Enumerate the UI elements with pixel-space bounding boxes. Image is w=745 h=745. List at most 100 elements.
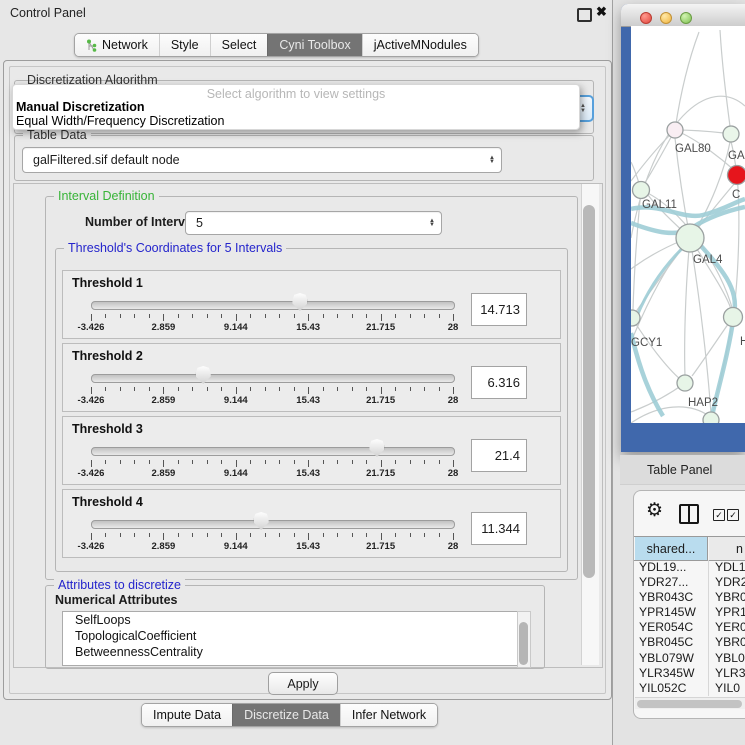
tick-mark <box>91 314 92 321</box>
cell-shared-name: YPR145W <box>639 605 696 619</box>
tick-mark <box>91 533 92 540</box>
network-node-h[interactable] <box>724 308 743 327</box>
tick-mark <box>352 387 353 391</box>
zoom-traffic-light-icon[interactable] <box>680 12 692 24</box>
node-label: H <box>740 336 745 348</box>
tab-discretize-data[interactable]: Discretize Data <box>232 704 340 726</box>
tick-mark <box>207 387 208 391</box>
threshold-value-field[interactable]: 14.713 <box>471 293 527 326</box>
threshold-slider-track[interactable] <box>91 301 455 310</box>
column-header-shared-name[interactable]: shared... <box>635 537 708 560</box>
checkbox-icon[interactable]: ✓ <box>713 509 725 521</box>
threshold-slider-track[interactable] <box>91 447 455 456</box>
minimize-traffic-light-icon[interactable] <box>660 12 672 24</box>
algorithm-option-manual[interactable]: Manual Discretization <box>16 100 145 114</box>
close-traffic-light-icon[interactable] <box>640 12 652 24</box>
numerical-attributes-list[interactable]: SelfLoopsTopologicalCoefficientBetweenne… <box>62 611 518 666</box>
table-header-row: shared... n <box>634 536 745 561</box>
tick-mark <box>178 460 179 464</box>
network-node[interactable] <box>703 412 719 423</box>
table-row[interactable]: YIL052CYIL0 <box>634 681 745 696</box>
settings-scrollbar-thumb[interactable] <box>583 205 595 578</box>
cell-shared-name: YLR345W <box>639 666 695 680</box>
table-row[interactable]: YLR345WYLR3 <box>634 666 745 681</box>
tick-mark <box>221 460 222 464</box>
threshold-slider-track[interactable] <box>91 520 455 529</box>
table-data-label: Table Data <box>23 128 91 142</box>
tick-mark <box>192 314 193 318</box>
table-hscrollbar-thumb[interactable] <box>637 700 742 708</box>
table-row[interactable]: YBL079WYBL0 <box>634 651 745 666</box>
bottom-tab-bar: Impute Data Discretize DataInfer Network <box>141 703 438 727</box>
table-data-combobox[interactable]: galFiltered.sif default node ▲▼ <box>22 147 502 173</box>
tab-jactivemnodules[interactable]: jActiveMNodules <box>362 34 478 56</box>
network-node-gal80[interactable] <box>667 122 683 138</box>
tick-mark <box>395 314 396 318</box>
attribute-item[interactable]: TopologicalCoefficient <box>63 628 517 644</box>
tick-mark <box>395 460 396 464</box>
tick-mark <box>279 533 280 537</box>
tab-label: Impute Data <box>153 708 221 722</box>
tab-cyni-toolbox[interactable]: Cyni Toolbox <box>267 34 361 56</box>
attribute-item[interactable]: BetweennessCentrality <box>63 644 517 660</box>
column-header-name[interactable]: n <box>709 537 745 560</box>
tick-mark <box>323 533 324 537</box>
tab-infer-network[interactable]: Infer Network <box>340 704 437 726</box>
attribute-item[interactable]: SelfLoops <box>63 612 517 628</box>
algorithm-option-equal-width[interactable]: Equal Width/Frequency Discretization <box>16 114 224 128</box>
threshold-value-field[interactable]: 21.4 <box>471 439 527 472</box>
table-horizontal-scrollbar[interactable] <box>635 697 745 709</box>
table-row[interactable]: YDL19...YDL1 <box>634 560 745 575</box>
tab-style[interactable]: Style <box>159 34 210 56</box>
network-node-gal11[interactable] <box>633 182 650 199</box>
tick-mark <box>366 460 367 464</box>
tick-mark <box>381 314 382 321</box>
tab-impute-data[interactable]: Impute Data <box>142 704 232 726</box>
tab-select[interactable]: Select <box>210 34 268 56</box>
checkbox-icon[interactable]: ✓ <box>727 509 739 521</box>
tick-mark <box>105 387 106 391</box>
tick-label: 21.715 <box>366 541 395 552</box>
attributes-group-label: Attributes to discretize <box>54 578 185 592</box>
network-window-titlebar[interactable] <box>621 4 745 27</box>
table-row[interactable]: YER054CYER0 <box>634 620 745 635</box>
tick-mark <box>250 314 251 318</box>
table-row[interactable]: YPR145WYPR1 <box>634 605 745 620</box>
tick-mark <box>453 387 454 394</box>
tick-mark <box>120 533 121 537</box>
threshold-slider-track[interactable] <box>91 374 455 383</box>
network-view-window[interactable]: GAL80GACGAL11GAL4GCY1HHAP2 <box>621 4 745 452</box>
threshold-value-field[interactable]: 6.316 <box>471 366 527 399</box>
tick-mark <box>149 533 150 537</box>
tick-mark <box>439 460 440 464</box>
tick-mark <box>120 314 121 318</box>
tick-mark <box>323 460 324 464</box>
tick-mark <box>410 314 411 318</box>
attributes-scrollbar-thumb[interactable] <box>519 622 528 665</box>
table-row[interactable]: YBR045CYBR0 <box>634 635 745 650</box>
close-icon[interactable]: ✖ <box>596 4 607 20</box>
tab-network[interactable]: Network <box>75 34 159 56</box>
tick-mark <box>207 314 208 318</box>
network-node-hap2[interactable] <box>677 375 693 391</box>
tick-label: 9.144 <box>224 322 248 333</box>
float-window-icon[interactable] <box>577 8 592 22</box>
network-node-ga[interactable] <box>723 126 739 142</box>
cell-name: YBR0 <box>715 635 745 649</box>
split-columns-icon[interactable] <box>679 504 699 524</box>
tick-mark <box>178 533 179 537</box>
network-node-c[interactable] <box>728 166 745 185</box>
apply-button[interactable]: Apply <box>268 672 338 695</box>
table-rows: YDL19...YDL1YDR27...YDR2YBR043CYBR0YPR14… <box>634 560 745 696</box>
table-row[interactable]: YBR043CYBR0 <box>634 590 745 605</box>
network-canvas[interactable]: GAL80GACGAL11GAL4GCY1HHAP2 <box>631 26 745 423</box>
table-row[interactable]: YDR27...YDR2 <box>634 575 745 590</box>
tick-label: 28 <box>448 395 459 406</box>
tick-label: 21.715 <box>366 395 395 406</box>
tick-mark <box>149 387 150 391</box>
threshold-value-field[interactable]: 11.344 <box>471 512 527 545</box>
network-node-gal4[interactable] <box>676 224 704 252</box>
gear-icon[interactable]: ⚙ <box>646 501 663 520</box>
cell-shared-name: YIL052C <box>639 681 686 695</box>
number-of-intervals-combobox[interactable]: 5 ▲▼ <box>185 211 442 235</box>
